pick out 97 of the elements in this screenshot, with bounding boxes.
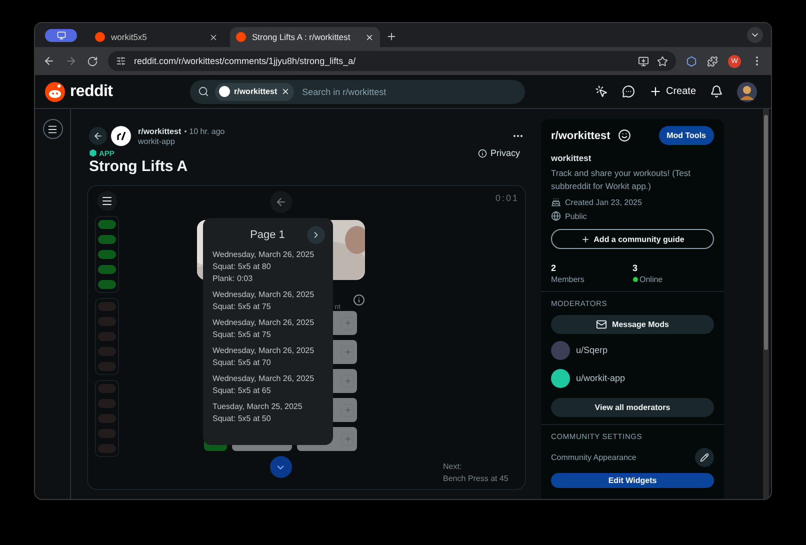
workout-detail: Squat: 5x5 at 50: [212, 413, 272, 425]
setting-label: Community Appearance: [551, 453, 636, 462]
next-label: Next:: [443, 461, 462, 473]
search-icon: [198, 86, 209, 97]
plus-icon: [580, 234, 590, 244]
edit-button[interactable]: [695, 448, 714, 467]
stat-label: Online: [632, 275, 714, 284]
view-moderators-button[interactable]: View all moderators: [551, 398, 714, 417]
subreddit-icon: [219, 86, 230, 97]
plus-icon: [344, 348, 352, 356]
popup-title: Page 1: [250, 229, 285, 241]
back-icon[interactable]: [43, 55, 55, 67]
install-icon[interactable]: [638, 56, 649, 66]
menu-icon: [101, 195, 113, 207]
workout-detail: Squat: 5x5 at 70: [212, 357, 272, 369]
community-name: r/workittest: [551, 130, 610, 142]
back-arrow-icon: [93, 131, 103, 141]
pencil-icon: [700, 453, 709, 462]
online-dot-icon: [632, 277, 638, 282]
plus-icon: [344, 406, 352, 414]
new-tab-button[interactable]: [386, 31, 397, 42]
scrollbar-thumb[interactable]: [764, 115, 768, 350]
add-guide-button[interactable]: Add a community guide: [551, 229, 714, 249]
post-title: Strong Lifts A: [89, 158, 189, 175]
monitor-icon: [56, 31, 66, 40]
reddit-logo-icon[interactable]: [45, 82, 65, 102]
favicon-icon: [236, 32, 246, 42]
visibility-label: Public: [551, 211, 714, 221]
info-icon[interactable]: [352, 294, 364, 306]
cake-icon: [551, 197, 561, 207]
mail-icon: [596, 319, 608, 330]
workout-detail: Plank: 0:03: [212, 273, 254, 285]
privacy-link[interactable]: Privacy: [478, 148, 520, 158]
mod-tools-button[interactable]: Mod Tools: [658, 126, 714, 145]
workout-detail: Squat: 5x5 at 75: [212, 301, 272, 313]
workout-date: Wednesday, March 26, 2025: [212, 373, 316, 385]
create-button[interactable]: Create: [648, 85, 696, 98]
message-mods-button[interactable]: Message Mods: [551, 315, 714, 334]
address-bar[interactable]: reddit.com/r/workittest/comments/1jjyu8h/strong_lifts_a/: [108, 51, 676, 71]
back-button[interactable]: [89, 127, 107, 145]
plus-icon: [344, 377, 352, 385]
workout-date: Wednesday, March 26, 2025: [212, 289, 316, 301]
moderator-name[interactable]: u/workit-app: [576, 373, 626, 383]
close-icon[interactable]: [209, 32, 218, 42]
author-name[interactable]: workit-app: [138, 136, 225, 146]
plus-icon: [344, 435, 352, 443]
moderator-name[interactable]: u/Sqerp: [576, 345, 608, 355]
workout-detail: Squat: 5x5 at 80: [212, 261, 272, 273]
search-field[interactable]: r/workittest Search in r/workittest: [190, 80, 525, 104]
workout-date: Wednesday, March 26, 2025: [212, 317, 316, 329]
user-avatar[interactable]: [737, 82, 757, 102]
scroll-down-button[interactable]: [270, 456, 292, 478]
plus-icon: [344, 319, 352, 327]
tab-group-button[interactable]: [45, 29, 77, 42]
workout-date: Wednesday, March 26, 2025: [212, 345, 316, 357]
menu-button[interactable]: [42, 119, 62, 139]
extension-icon[interactable]: [686, 56, 697, 66]
subreddit-link[interactable]: r/workittest • 10 hr. ago: [138, 126, 225, 136]
reload-icon[interactable]: [87, 56, 98, 66]
workout-detail: Squat: 5x5 at 65: [212, 385, 272, 397]
workout-date: Tuesday, March 25, 2025: [212, 401, 304, 413]
favicon-icon: [95, 32, 105, 42]
clear-icon[interactable]: [281, 87, 290, 96]
puzzle-icon[interactable]: [707, 56, 718, 66]
community-description: Track and share your workouts! (Test subbreddit for Workit app.): [551, 167, 692, 193]
subreddit-chip[interactable]: r/workittest: [215, 82, 294, 100]
stat-label: Members: [551, 275, 586, 284]
created-date: Created Jan 23, 2025: [551, 197, 714, 207]
site-info-icon[interactable]: [116, 56, 126, 66]
community-title: workittest: [551, 153, 592, 163]
advertise-icon[interactable]: [594, 85, 608, 98]
stat-value: 2: [551, 263, 558, 273]
back-button[interactable]: [270, 191, 292, 213]
workout-detail: Squat: 5x5 at 75: [212, 329, 272, 341]
browser-tab[interactable]: Strong Lifts A : r/workittest: [230, 27, 380, 47]
tab-search-button[interactable]: [747, 27, 763, 43]
chat-icon[interactable]: [622, 85, 635, 98]
subreddit-avatar[interactable]: [111, 126, 131, 146]
reddit-wordmark[interactable]: reddit: [70, 82, 113, 100]
edit-widgets-button[interactable]: Edit Widgets: [551, 473, 714, 488]
workout-date: Wednesday, March 26, 2025: [212, 249, 316, 261]
browser-tab[interactable]: workit5x5: [89, 27, 224, 47]
plus-icon: [648, 85, 662, 98]
hexagon-icon: [89, 149, 97, 157]
stat-value: 3: [632, 263, 639, 273]
timer: 0:01: [495, 193, 519, 203]
globe-icon: [551, 211, 561, 221]
smiley-icon[interactable]: [618, 129, 632, 142]
forward-icon[interactable]: [65, 55, 77, 67]
menu-button[interactable]: [97, 191, 117, 211]
bookmark-icon[interactable]: [657, 56, 668, 66]
notification-icon[interactable]: [710, 85, 723, 98]
back-arrow-icon: [274, 196, 286, 208]
info-icon: [478, 148, 488, 158]
menu-icon: [47, 124, 58, 134]
plus-icon: [386, 31, 397, 42]
next-exercise: Bench Press at 45: [443, 473, 508, 485]
